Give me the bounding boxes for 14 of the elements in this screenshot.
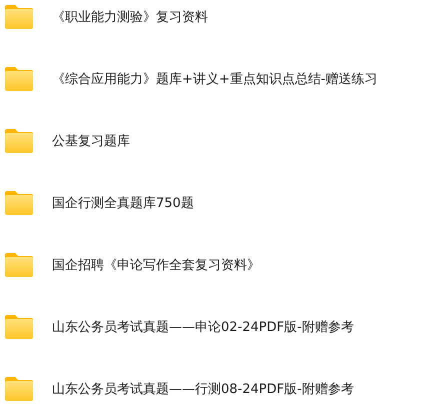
folder-name[interactable]: 《综合应用能力》题库+讲义+重点知识点总结-赠送练习: [52, 70, 378, 88]
folder-icon: [4, 4, 34, 30]
folder-icon: [4, 314, 34, 340]
folder-icon: [4, 190, 34, 216]
folder-name[interactable]: 《职业能力测验》复习资料: [52, 8, 208, 26]
folder-icon: [4, 252, 34, 278]
folder-name[interactable]: 山东公务员考试真题——行测08-24PDF版-附赠参考: [52, 380, 354, 398]
folder-icon: [4, 66, 34, 92]
folder-icon: [4, 376, 34, 402]
folder-icon: [4, 128, 34, 154]
folder-name[interactable]: 公基复习题库: [52, 132, 130, 150]
folder-name[interactable]: 国企招聘《申论写作全套复习资料》: [52, 256, 260, 274]
folder-name[interactable]: 国企行测全真题库750题: [52, 194, 194, 212]
folder-name[interactable]: 山东公务员考试真题——申论02-24PDF版-附赠参考: [52, 318, 354, 336]
